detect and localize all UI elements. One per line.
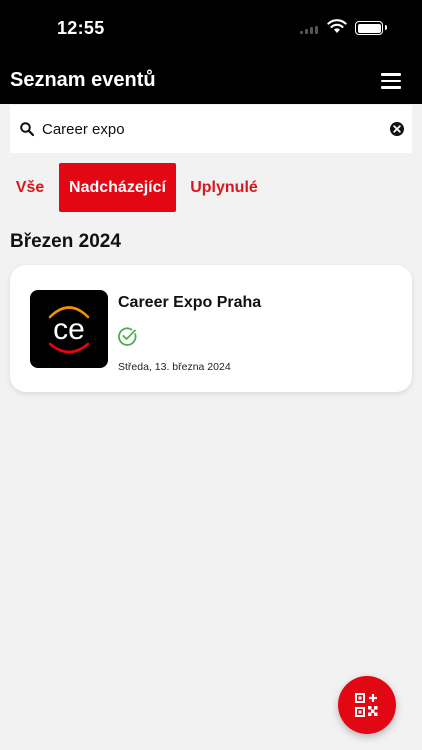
tab-past[interactable]: Uplynulé [183,163,265,212]
svg-text:ce: ce [53,313,85,346]
status-time: 12:55 [57,18,105,38]
signal-icon [300,26,322,34]
check-circle-icon [118,327,137,346]
event-date: Středa, 13. března 2024 [118,361,231,373]
battery-icon [355,21,387,35]
tab-upcoming[interactable]: Nadcházející [59,163,176,212]
qr-scan-button[interactable] [338,676,396,734]
search-icon [20,122,35,137]
search-input[interactable] [42,117,382,141]
section-heading: Březen 2024 [10,231,121,252]
event-card[interactable]: ce Career Expo Praha Středa, 13. března … [10,265,412,392]
event-logo: ce [30,290,108,368]
qr-add-icon [355,693,378,717]
tab-all[interactable]: Vše [8,163,52,212]
nav-bar: Seznam eventů [0,58,422,104]
status-bar: 12:55 [0,0,422,58]
wifi-icon [327,19,347,33]
clear-icon[interactable] [389,121,405,137]
page-title: Seznam eventů [10,69,156,91]
search-bar [10,105,412,153]
event-title: Career Expo Praha [118,294,262,311]
hamburger-menu-icon[interactable] [381,73,401,89]
